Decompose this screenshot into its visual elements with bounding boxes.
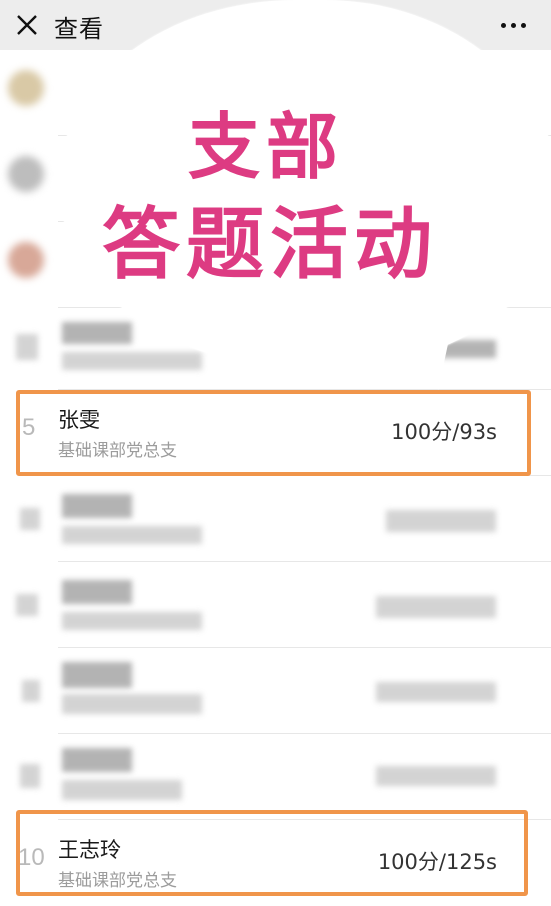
member-name: 张雯 xyxy=(58,408,100,432)
avatar xyxy=(8,242,44,278)
member-department: 基础课部党总支 xyxy=(58,441,177,461)
more-options-icon[interactable] xyxy=(499,12,529,38)
list-item[interactable] xyxy=(0,476,551,562)
member-score: 100分/125s xyxy=(377,850,497,874)
member-department: 基础课部党总支 xyxy=(58,871,177,891)
rank-number: 5 xyxy=(22,414,36,441)
rank-number: 10 xyxy=(18,844,45,871)
speech-bubble-tail xyxy=(408,327,460,393)
member-name: 王志玲 xyxy=(58,838,121,862)
list-item[interactable] xyxy=(0,734,551,820)
list-item-zhang-wen[interactable]: 5 张雯 基础课部党总支 100分/93s xyxy=(0,390,551,476)
close-icon[interactable] xyxy=(14,12,40,38)
page-title: 查看 xyxy=(54,15,104,43)
avatar xyxy=(8,70,44,106)
list-item[interactable] xyxy=(0,562,551,648)
bubble-title-line1: 支部 xyxy=(188,105,345,189)
list-item[interactable] xyxy=(0,648,551,734)
member-score: 100分/93s xyxy=(391,420,497,444)
list-item-wang-zhiling[interactable]: 10 王志玲 基础课部党总支 100分/125s xyxy=(0,820,551,906)
avatar xyxy=(8,156,44,192)
bubble-title-line2: 答题活动 xyxy=(102,200,439,290)
